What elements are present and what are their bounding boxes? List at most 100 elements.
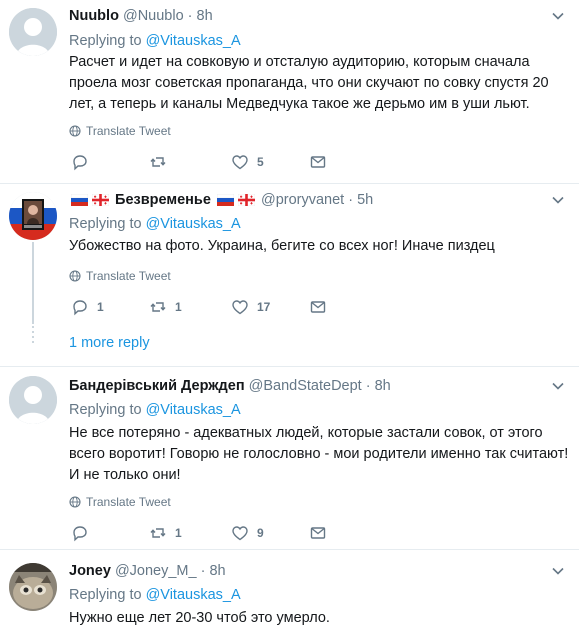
replying-label: Replying to	[69, 33, 142, 49]
globe-icon	[69, 270, 81, 282]
replying-to-link[interactable]: @Vitauskas_A	[146, 587, 241, 603]
direct-message-button[interactable]	[309, 523, 327, 543]
tweet-header: Joney @Joney_M_ · 8h	[69, 562, 226, 580]
caret-down-icon[interactable]	[551, 193, 565, 207]
like-button[interactable]: 9	[231, 523, 264, 543]
timestamp[interactable]: 8h	[197, 8, 213, 24]
caret-down-icon[interactable]	[551, 379, 565, 393]
reply-icon	[73, 300, 87, 316]
avatar-image	[9, 563, 57, 611]
tweet-header: Бандерівський Держдеп @BandStateDept · 8…	[69, 377, 391, 395]
separator-dot: ·	[187, 8, 193, 24]
retweet-icon	[150, 157, 166, 167]
retweet-button[interactable]	[149, 152, 175, 172]
like-count: 9	[257, 526, 264, 540]
replying-to-link[interactable]: @Vitauskas_A	[146, 33, 241, 49]
heart-icon	[232, 155, 248, 170]
translate-tweet[interactable]: Translate Tweet	[69, 268, 171, 284]
tweet-proryvanet[interactable]: Безвременье @proryvanet · 5h Replying to…	[0, 184, 579, 366]
author-handle[interactable]: @Joney_M_	[115, 563, 197, 579]
timestamp[interactable]: 5h	[357, 192, 373, 208]
replying-to-link[interactable]: @Vitauskas_A	[146, 402, 241, 418]
translate-label: Translate Tweet	[86, 269, 171, 283]
message-icon	[310, 156, 326, 168]
georgia-flag-icon	[237, 194, 255, 206]
tweet-actions: 1 1 17	[69, 297, 339, 317]
retweet-button[interactable]: 1	[149, 297, 182, 317]
tweet-text: Убожество на фото. Украина, бегите со вс…	[69, 238, 495, 254]
reply-button[interactable]	[71, 152, 97, 172]
replying-to: Replying to @Vitauskas_A	[69, 586, 241, 604]
like-count: 5	[257, 155, 264, 169]
reply-button[interactable]: 1	[71, 297, 104, 317]
replying-to: Replying to @Vitauskas_A	[69, 32, 241, 50]
thread-line	[32, 242, 34, 324]
retweet-icon	[150, 528, 166, 538]
retweet-icon	[150, 302, 166, 312]
replying-to: Replying to @Vitauskas_A	[69, 215, 241, 233]
retweet-button[interactable]: 1	[149, 523, 182, 543]
tweet-header: Nuublo @Nuublo · 8h	[69, 7, 213, 25]
author-name[interactable]: Бандерівський Держдеп	[69, 378, 245, 394]
author-handle[interactable]: @BandStateDept	[249, 378, 362, 394]
separator-dot: ·	[365, 378, 371, 394]
georgia-flag-icon	[92, 194, 109, 206]
more-replies-link[interactable]: 1 more reply	[69, 334, 150, 352]
translate-tweet[interactable]: Translate Tweet	[69, 123, 171, 139]
translate-label: Translate Tweet	[86, 124, 171, 138]
tweet-header: Безвременье @proryvanet · 5h	[69, 191, 373, 209]
avatar-image	[9, 192, 57, 240]
avatar[interactable]	[9, 192, 57, 240]
heart-icon	[232, 300, 248, 315]
tweet-actions: 5	[69, 152, 339, 172]
caret-down-icon[interactable]	[551, 9, 565, 23]
replying-label: Replying to	[69, 216, 142, 232]
author-name[interactable]: Безвременье	[115, 192, 211, 208]
avatar[interactable]	[9, 8, 57, 56]
author-name[interactable]: Joney	[69, 563, 111, 579]
separator-dot: ·	[348, 192, 354, 208]
tweet-joney[interactable]: Joney @Joney_M_ · 8h Replying to @Vitaus…	[0, 550, 579, 638]
message-icon	[310, 527, 326, 539]
tweet-actions: 1 9	[69, 523, 339, 543]
replying-label: Replying to	[69, 402, 142, 418]
russia-flag-icon	[216, 194, 234, 206]
tweet-text: Расчет и идет на совковую и отсталую ауд…	[69, 54, 549, 112]
timestamp[interactable]: 8h	[375, 378, 391, 394]
separator-dot: ·	[200, 563, 206, 579]
retweet-count: 1	[175, 526, 182, 540]
like-button[interactable]: 5	[231, 152, 264, 172]
reply-button[interactable]	[71, 523, 97, 543]
like-count: 17	[257, 300, 271, 314]
replying-label: Replying to	[69, 587, 142, 603]
default-avatar-icon	[9, 8, 57, 56]
author-handle[interactable]: @Nuublo	[123, 8, 184, 24]
timestamp[interactable]: 8h	[209, 563, 225, 579]
tweet-nuublo[interactable]: Nuublo @Nuublo · 8h Replying to @Vitausk…	[0, 0, 579, 183]
caret-down-icon[interactable]	[551, 564, 565, 578]
like-button[interactable]: 17	[231, 297, 270, 317]
reply-count: 1	[97, 300, 104, 314]
message-icon	[310, 301, 326, 313]
replying-to: Replying to @Vitauskas_A	[69, 401, 241, 419]
globe-icon	[69, 125, 81, 137]
tweet-text: Нужно еще лет 20-30 чтоб это умерло.	[69, 610, 330, 626]
retweet-count: 1	[175, 300, 182, 314]
direct-message-button[interactable]	[309, 152, 327, 172]
avatar[interactable]	[9, 376, 57, 424]
replying-to-link[interactable]: @Vitauskas_A	[146, 216, 241, 232]
default-avatar-icon	[9, 376, 57, 424]
thread-dots	[32, 326, 34, 346]
translate-label: Translate Tweet	[86, 495, 171, 509]
heart-icon	[232, 526, 248, 541]
russia-flag-icon	[71, 194, 88, 206]
tweet-bandstatedept[interactable]: Бандерівський Держдеп @BandStateDept · 8…	[0, 367, 579, 549]
reply-icon	[73, 526, 87, 542]
direct-message-button[interactable]	[309, 297, 327, 317]
tweet-text: Не все потеряно - адекватных людей, кото…	[69, 425, 569, 483]
author-name[interactable]: Nuublo	[69, 8, 119, 24]
author-handle[interactable]: @proryvanet	[261, 192, 344, 208]
avatar[interactable]	[9, 563, 57, 611]
translate-tweet[interactable]: Translate Tweet	[69, 494, 171, 510]
globe-icon	[69, 496, 81, 508]
